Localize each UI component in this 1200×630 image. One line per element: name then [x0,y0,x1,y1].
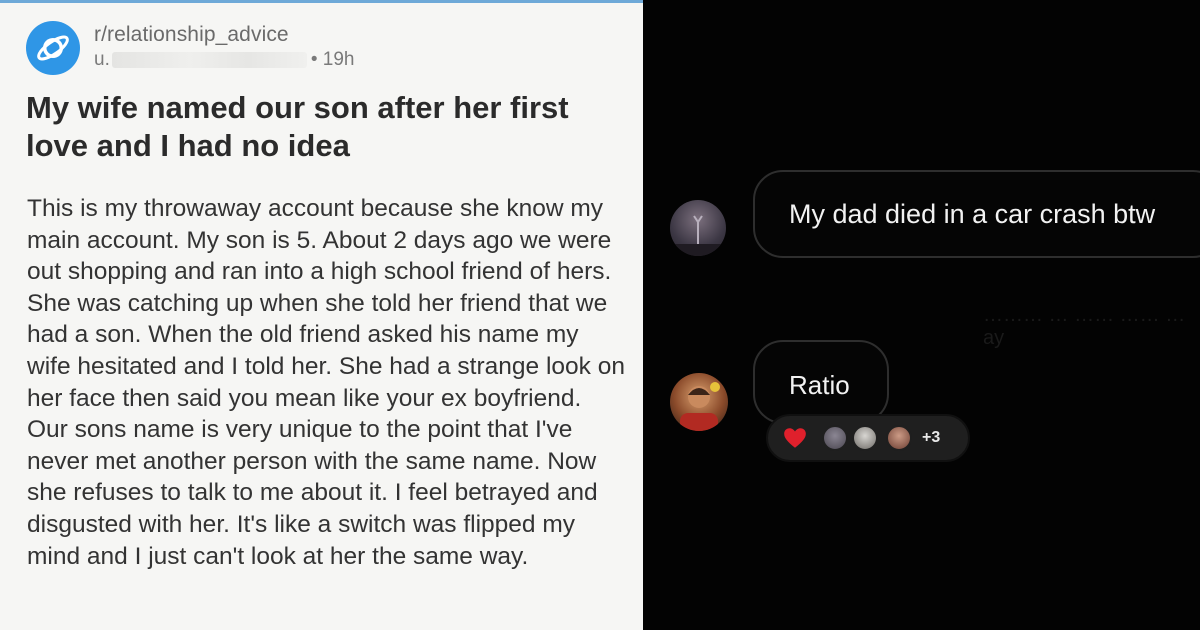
reactor-avatar [822,425,848,451]
comment-bubble[interactable]: My dad died in a car crash btw [753,170,1200,258]
post-meta-block: r/relationship_advice u. • 19h [94,23,355,71]
reaction-count: +3 [922,429,941,446]
subreddit-planet-icon[interactable] [26,21,80,75]
reactor-avatar [852,425,878,451]
comment-thread-panel: My dad died in a car crash btw ……… … …… … [643,0,1200,630]
reactor-avatar [886,425,912,451]
comment-bubble[interactable]: Ratio [753,340,889,424]
faded-text: ……… … …… …… …ay [983,304,1186,349]
post-meta: u. • 19h [94,49,355,71]
avatar[interactable] [670,373,728,431]
heart-icon [784,428,806,448]
post-title[interactable]: My wife named our son after her first lo… [26,89,626,165]
comment-text: Ratio [789,370,850,400]
comment-text: My dad died in a car crash btw [789,199,1156,229]
post-body: This is my throwaway account because she… [27,195,625,570]
username-redacted [111,52,307,68]
reactions-bar[interactable]: +3 [766,414,970,462]
post-header: r/relationship_advice u. • 19h [26,21,355,75]
subreddit-name[interactable]: r/relationship_advice [94,23,355,47]
username-prefix[interactable]: u. [94,49,110,71]
reddit-post-panel: r/relationship_advice u. • 19h My wife n… [0,0,643,630]
post-age: • 19h [310,49,355,70]
avatar[interactable] [670,200,726,256]
